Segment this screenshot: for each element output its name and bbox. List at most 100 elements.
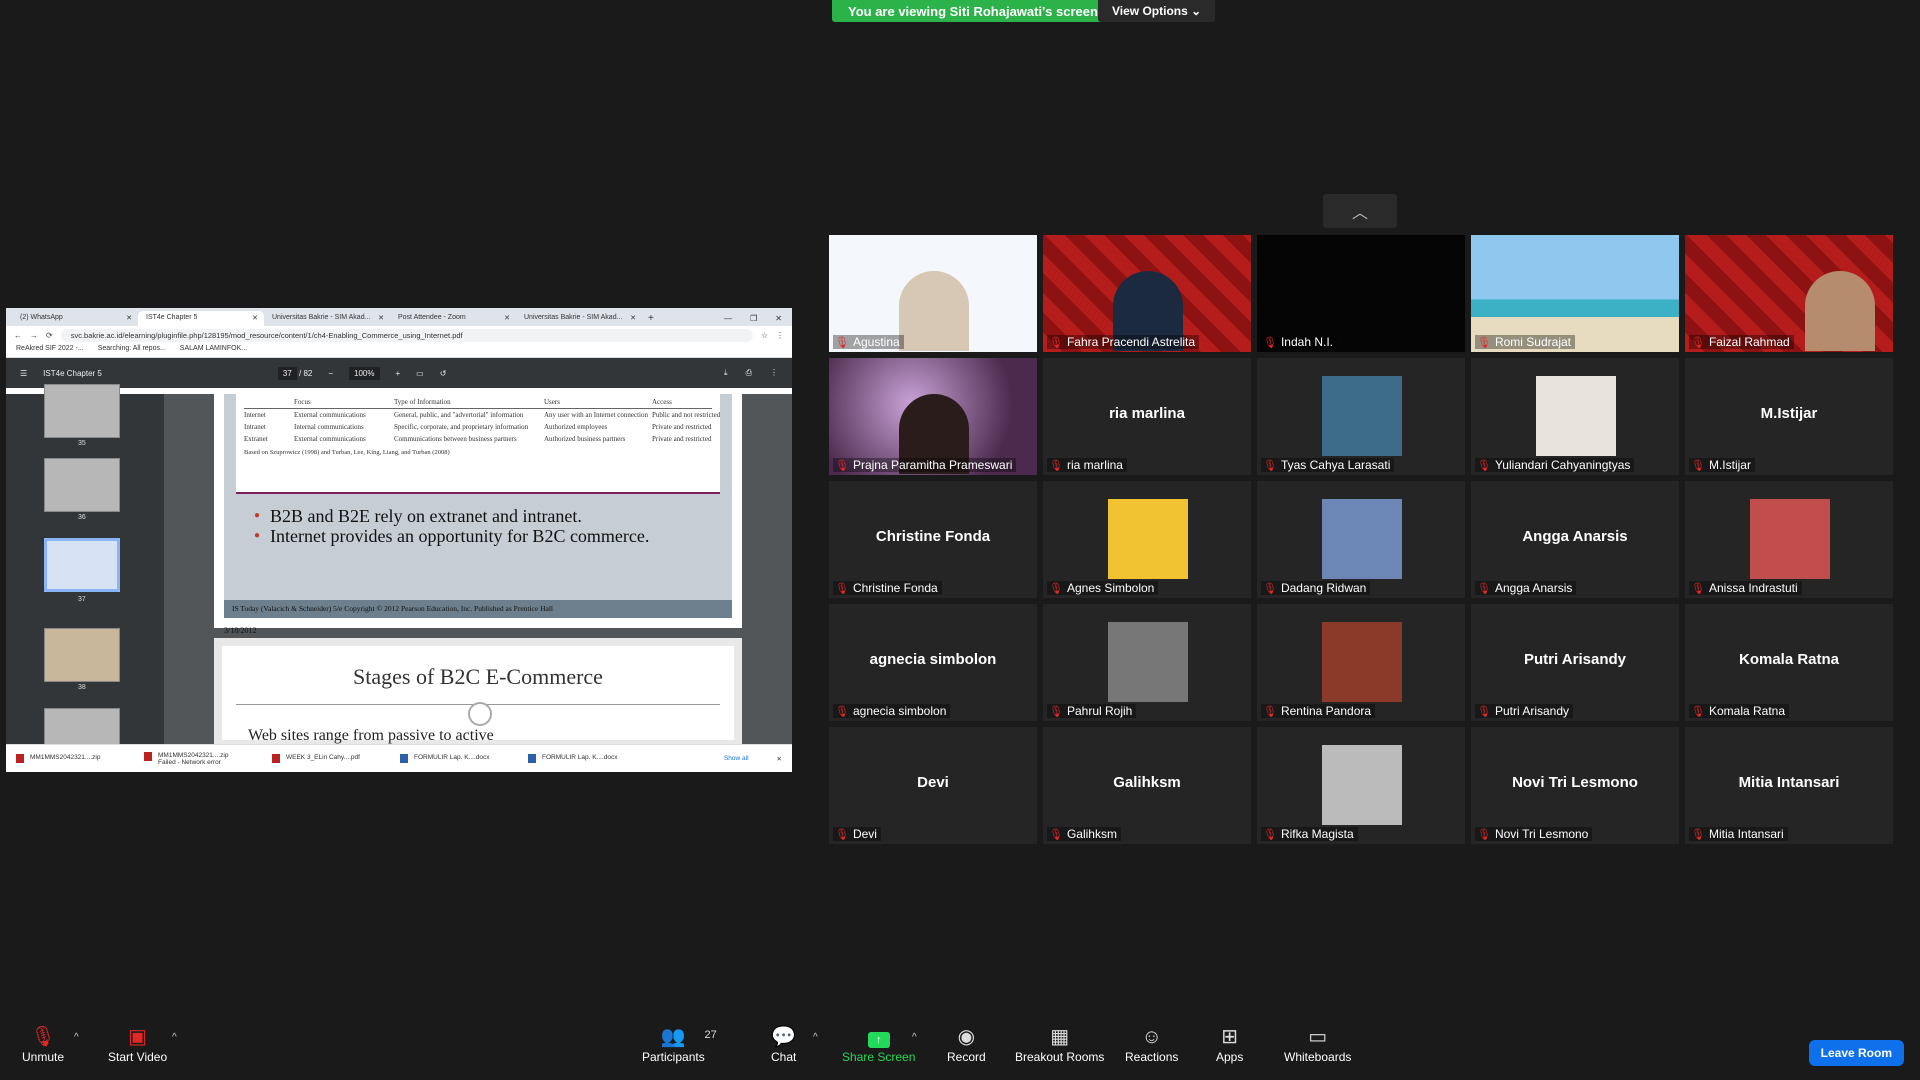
participant-tile[interactable]: Komala Ratna 🎙 Komala Ratna: [1685, 604, 1893, 721]
muted-mic-icon: 🎙: [835, 459, 849, 472]
show-all-link[interactable]: Show all: [724, 755, 749, 762]
participant-tile[interactable]: Novi Tri Lesmono 🎙 Novi Tri Lesmono: [1471, 727, 1679, 844]
close-icon[interactable]: ✕: [126, 314, 132, 322]
browser-tab[interactable]: Universitas Bakrie - SIM Akad... ✕: [516, 311, 642, 326]
new-tab-icon[interactable]: +: [642, 313, 660, 326]
participant-tile[interactable]: 🎙 Rifka Magista: [1257, 727, 1465, 844]
zoom-out-icon[interactable]: −: [328, 369, 333, 378]
zoom-level[interactable]: 100%: [349, 366, 380, 380]
table-cell: Any user with an Internet connection: [544, 411, 648, 419]
participant-tile[interactable]: ria marlina 🎙 ria marlina: [1043, 358, 1251, 475]
browser-tab[interactable]: Universitas Bakrie - SIM Akad... ✕: [264, 311, 390, 326]
maximize-icon[interactable]: ❐: [750, 314, 757, 323]
reactions-button[interactable]: ☺ Reactions: [1125, 1024, 1178, 1064]
participant-video: [1805, 271, 1875, 351]
participant-tile[interactable]: agnecia simbolon 🎙 agnecia simbolon: [829, 604, 1037, 721]
participant-tile[interactable]: Galihksm 🎙 Galihksm: [1043, 727, 1251, 844]
close-window-icon[interactable]: ✕: [775, 314, 782, 323]
close-icon[interactable]: ✕: [378, 314, 384, 322]
participant-tile[interactable]: Angga Anarsis 🎙 Angga Anarsis: [1471, 481, 1679, 598]
participant-tile[interactable]: Christine Fonda 🎙 Christine Fonda: [829, 481, 1037, 598]
download-item[interactable]: MM1MMS2042321....zip: [16, 754, 136, 763]
reload-icon[interactable]: ⟳: [46, 331, 53, 340]
start-video-button[interactable]: ▣ Start Video: [108, 1024, 167, 1064]
page-thumbnail[interactable]: [44, 628, 120, 682]
download-name: FORMULIR Lap. K....docx: [414, 754, 490, 761]
close-icon[interactable]: ✕: [252, 314, 258, 322]
menu-dots-icon[interactable]: ⋮: [776, 331, 784, 340]
page-thumbnail[interactable]: [44, 458, 120, 512]
participant-tile[interactable]: 🎙 Agnes Simbolon: [1043, 481, 1251, 598]
close-icon[interactable]: ✕: [504, 314, 510, 322]
rotate-icon[interactable]: ↺: [440, 369, 447, 378]
download-item[interactable]: WEEK 3_ELin Cahy....pdf: [272, 754, 392, 763]
participant-tile[interactable]: 🎙 Rentina Pandora: [1257, 604, 1465, 721]
browser-tab-active[interactable]: IST4e Chapter 5 ✕: [138, 311, 264, 326]
chat-button[interactable]: 💬 Chat: [771, 1024, 796, 1064]
participant-tile[interactable]: 🎙 Dadang Ridwan: [1257, 481, 1465, 598]
chevron-up-icon[interactable]: ^: [74, 1032, 79, 1043]
chevron-up-icon[interactable]: ^: [813, 1032, 818, 1043]
star-icon[interactable]: ☆: [761, 331, 768, 340]
participant-tile[interactable]: 🎙 Romi Sudrajat: [1471, 235, 1679, 352]
page-input[interactable]: 37: [277, 366, 297, 380]
record-button[interactable]: ◉ Record: [947, 1024, 986, 1064]
share-screen-button[interactable]: ↑ Share Screen: [842, 1024, 915, 1064]
participant-tile[interactable]: 🎙 Faizal Rahmad: [1685, 235, 1893, 352]
participant-tile[interactable]: 🎙 Yuliandari Cahyaningtyas: [1471, 358, 1679, 475]
view-options-button[interactable]: View Options ⌄: [1098, 0, 1216, 22]
page-thumbnail[interactable]: [44, 384, 120, 438]
leave-room-button[interactable]: Leave Room: [1808, 1040, 1904, 1066]
chevron-up-icon[interactable]: ^: [172, 1032, 177, 1043]
forward-icon[interactable]: →: [30, 331, 38, 340]
participant-tile[interactable]: 🎙 Agustina: [829, 235, 1037, 352]
participant-name: Yuliandari Cahyaningtyas: [1494, 458, 1631, 472]
thumbnail-pane[interactable]: 35 36 37 38: [6, 384, 164, 762]
participants-button[interactable]: 👥 27 Participants: [642, 1024, 717, 1064]
browser-tab[interactable]: (2) WhatsApp ✕: [12, 311, 138, 326]
muted-mic-icon: 🎙: [1477, 582, 1491, 595]
close-icon[interactable]: ✕: [630, 314, 636, 322]
participant-tile[interactable]: M.Istijar 🎙 M.Istijar: [1685, 358, 1893, 475]
chevron-up-icon[interactable]: ︿: [1323, 194, 1397, 228]
whiteboards-button[interactable]: ▭ Whiteboards: [1284, 1024, 1351, 1064]
table-header: [244, 398, 294, 406]
participant-tile[interactable]: Devi 🎙 Devi: [829, 727, 1037, 844]
download-icon[interactable]: ⤓: [724, 368, 728, 378]
browser-tab[interactable]: Post Attendee - Zoom ✕: [390, 311, 516, 326]
participant-tile[interactable]: 🎙 Prajna Paramitha Prameswari: [829, 358, 1037, 475]
fit-page-icon[interactable]: ▭: [416, 369, 424, 378]
bookmark[interactable]: SALAM LAMINFOK...: [180, 345, 247, 356]
minimize-icon[interactable]: —: [724, 314, 732, 323]
hamburger-icon[interactable]: ☰: [20, 369, 27, 378]
print-icon[interactable]: ⎙: [746, 368, 752, 378]
url-field[interactable]: svc.bakrie.ac.id/elearning/pluginfile.ph…: [60, 328, 753, 342]
back-icon[interactable]: ←: [14, 331, 22, 340]
bookmark[interactable]: ReAkred SIF 2022 -...: [16, 345, 84, 356]
muted-mic-icon: 🎙: [1691, 705, 1705, 718]
unmute-button[interactable]: 🎙 Unmute: [22, 1024, 64, 1064]
page-thumbnail-selected[interactable]: [44, 538, 120, 592]
muted-mic-icon: 🎙: [1263, 582, 1277, 595]
page-indicator: 37 / 82: [277, 366, 312, 380]
apps-button[interactable]: ⊞ Apps: [1216, 1024, 1243, 1064]
download-item[interactable]: MM1MMS2042321....zip Failed - Network err…: [144, 751, 264, 766]
participant-tile[interactable]: 🎙 Pahrul Rojih: [1043, 604, 1251, 721]
participants-label: Participants: [642, 1050, 705, 1064]
bookmark[interactable]: Searching: All repos...: [98, 345, 166, 356]
more-icon[interactable]: ⋮: [770, 368, 778, 378]
zoom-in-icon[interactable]: +: [396, 369, 401, 378]
chevron-up-icon[interactable]: ^: [912, 1032, 917, 1043]
download-item[interactable]: FORMULIR Lap. K....docx: [400, 754, 520, 763]
breakout-rooms-button[interactable]: ▦ Breakout Rooms: [1015, 1024, 1104, 1064]
whiteboard-icon: ▭: [1308, 1026, 1328, 1048]
close-icon[interactable]: ✕: [777, 755, 782, 763]
file-icon: [144, 751, 152, 761]
participant-tile[interactable]: 🎙 Anissa Indrastuti: [1685, 481, 1893, 598]
participant-tile[interactable]: Mitia Intansari 🎙 Mitia Intansari: [1685, 727, 1893, 844]
participant-tile[interactable]: 🎙 Tyas Cahya Larasati: [1257, 358, 1465, 475]
participant-tile[interactable]: Putri Arisandy 🎙 Putri Arisandy: [1471, 604, 1679, 721]
participant-tile[interactable]: 🎙 Indah N.I.: [1257, 235, 1465, 352]
download-item[interactable]: FORMULIR Lap. K....docx: [528, 754, 648, 763]
participant-tile[interactable]: 🎙 Fahra Pracendi Astrelita: [1043, 235, 1251, 352]
